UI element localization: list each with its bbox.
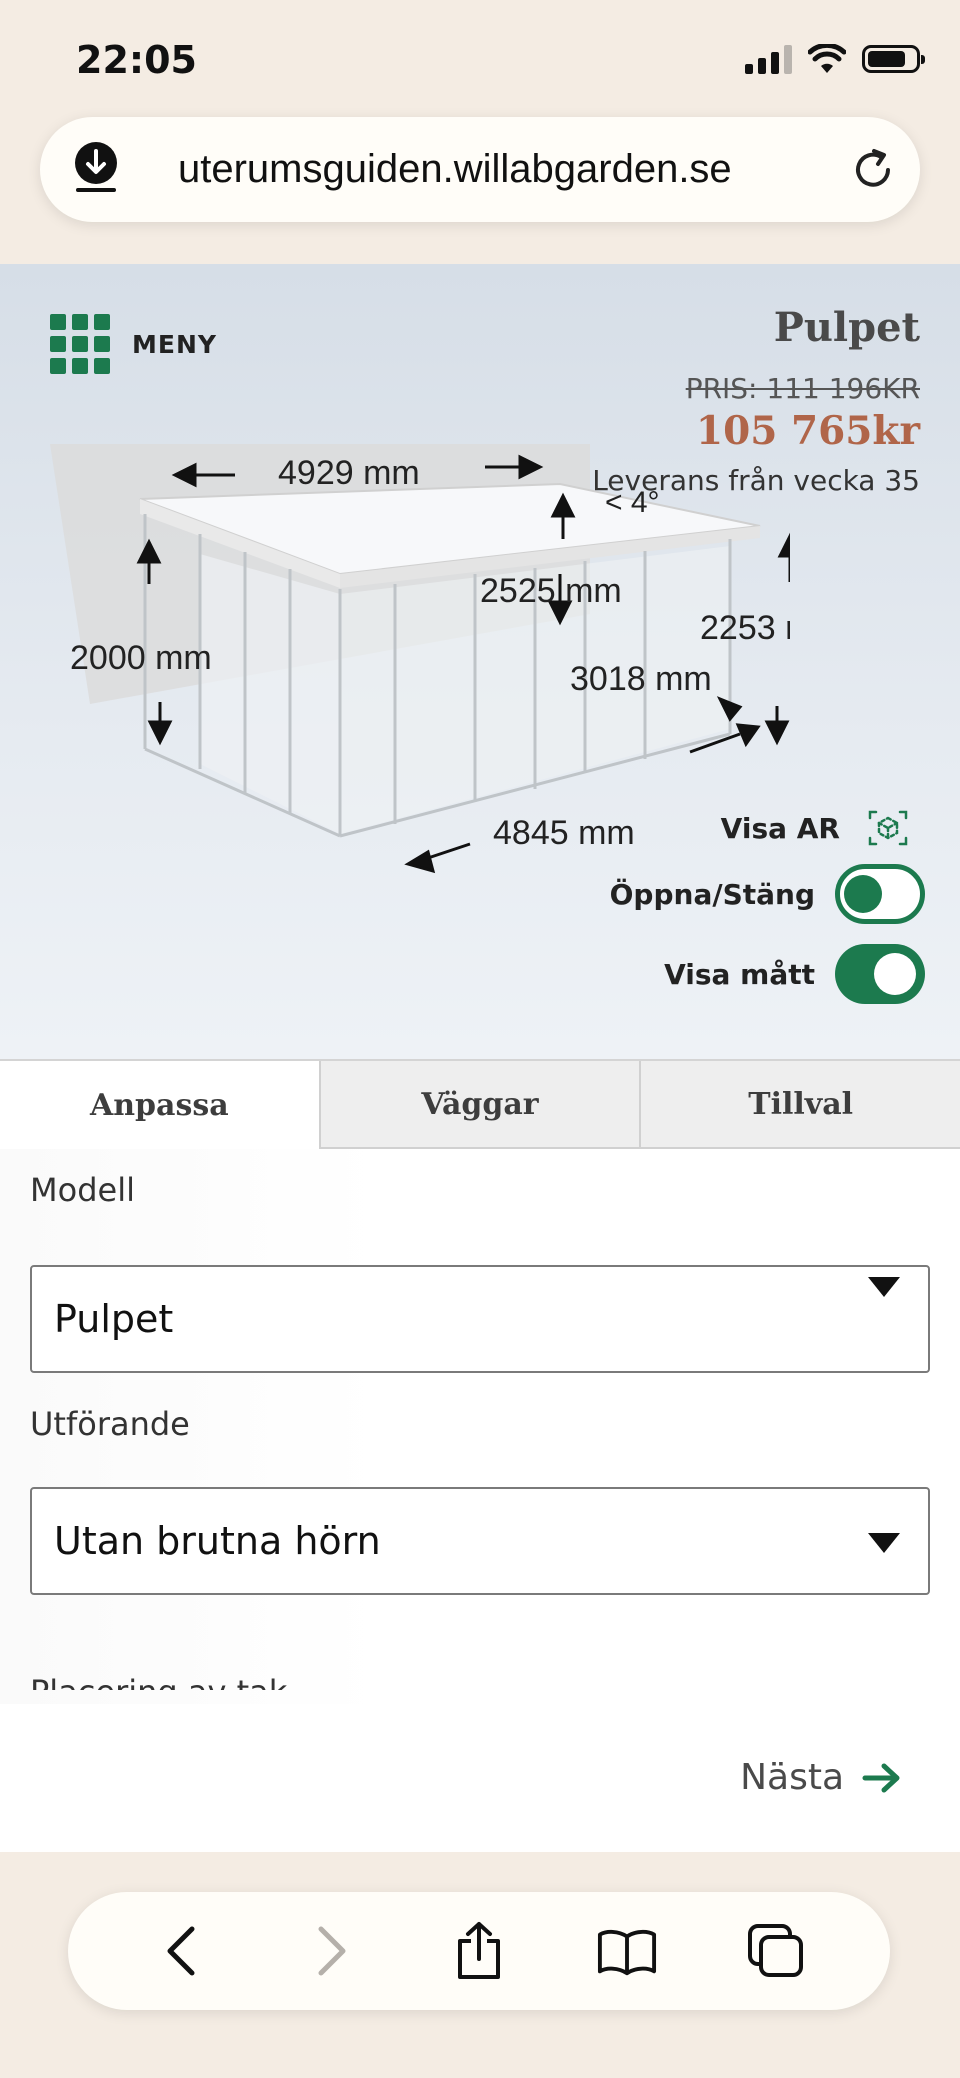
dim-right-height: 2253 mm xyxy=(700,609,790,647)
product-title: Pulpet xyxy=(773,304,920,351)
menu-label: MENY xyxy=(132,329,217,359)
view-ar-button[interactable]: Visa AR xyxy=(721,806,910,850)
status-icons xyxy=(745,44,925,74)
sunroom-diagram: 4929 mm < 4° 2525 mm 2000 mm 2253 mm 301… xyxy=(50,444,790,874)
download-icon[interactable] xyxy=(70,141,122,197)
model-select-value: Pulpet xyxy=(54,1297,174,1341)
tabs-icon xyxy=(747,1924,803,1977)
back-icon xyxy=(167,1926,195,1976)
status-bar: 22:05 xyxy=(0,0,960,110)
open-close-row: Öppna/Stäng xyxy=(610,864,925,924)
dim-angle: < 4° xyxy=(605,486,660,519)
config-form: Modell Pulpet Utförande Utan brutna hörn… xyxy=(0,1149,960,1704)
dim-inner-height: 2525 mm xyxy=(480,572,622,610)
reload-icon[interactable] xyxy=(848,145,898,195)
wifi-icon xyxy=(808,44,846,73)
model-select[interactable]: Pulpet xyxy=(30,1265,930,1373)
url-text[interactable]: uterumsguiden.willabgarden.se xyxy=(178,147,732,192)
browser-toolbar xyxy=(68,1892,890,2010)
share-icon xyxy=(457,1922,500,1979)
model-label: Modell xyxy=(30,1171,135,1209)
status-time: 22:05 xyxy=(76,38,197,82)
partial-field-label: Placering av tak xyxy=(30,1670,287,1690)
web-content: MENY Pulpet PRIS: 111 196KR 105 765kr Le… xyxy=(0,264,960,1852)
show-dims-label: Visa mått xyxy=(664,957,815,991)
grid-menu-icon xyxy=(50,314,110,374)
back-button[interactable] xyxy=(152,1921,212,1981)
open-close-toggle[interactable] xyxy=(835,864,925,924)
cellular-signal-icon xyxy=(745,44,792,74)
tab-tillval[interactable]: Tillval xyxy=(639,1061,960,1149)
chevron-down-icon xyxy=(868,1533,900,1553)
tabs-button[interactable] xyxy=(746,1921,806,1981)
dim-top-width: 4929 mm xyxy=(278,454,420,492)
config-tabs: Anpassa Väggar Tillval xyxy=(0,1059,960,1149)
ar-cube-icon xyxy=(868,810,908,846)
chevron-down-icon xyxy=(868,1277,900,1297)
next-bar: Nästa xyxy=(0,1719,960,1852)
address-bar[interactable]: uterumsguiden.willabgarden.se xyxy=(40,117,920,222)
tab-anpassa[interactable]: Anpassa xyxy=(0,1061,319,1149)
design-label: Utförande xyxy=(30,1405,190,1443)
forward-icon xyxy=(318,1926,346,1976)
menu-button[interactable]: MENY xyxy=(50,314,217,374)
design-select-value: Utan brutna hörn xyxy=(54,1519,381,1563)
open-close-label: Öppna/Stäng xyxy=(609,877,815,911)
bookmarks-button[interactable] xyxy=(597,1921,657,1981)
price-old: PRIS: 111 196KR xyxy=(685,372,920,405)
dim-bottom-width: 4845 mm xyxy=(493,814,635,852)
next-button[interactable]: Nästa xyxy=(740,1757,902,1798)
dim-depth: 3018 mm xyxy=(570,660,712,698)
bookmarks-icon xyxy=(598,1929,657,1976)
product-preview: MENY Pulpet PRIS: 111 196KR 105 765kr Le… xyxy=(0,264,960,1059)
design-select[interactable]: Utan brutna hörn xyxy=(30,1487,930,1595)
view-ar-label: Visa AR xyxy=(720,811,840,845)
arrow-right-icon xyxy=(862,1763,900,1792)
show-dims-toggle[interactable] xyxy=(835,944,925,1004)
tab-vaggar[interactable]: Väggar xyxy=(318,1061,640,1149)
forward-button[interactable] xyxy=(301,1921,361,1981)
share-button[interactable] xyxy=(449,1921,509,1981)
show-dims-row: Visa mått xyxy=(664,944,925,1004)
dim-front-height: 2000 mm xyxy=(70,639,212,677)
next-label: Nästa xyxy=(740,1757,844,1798)
battery-icon xyxy=(862,45,925,73)
